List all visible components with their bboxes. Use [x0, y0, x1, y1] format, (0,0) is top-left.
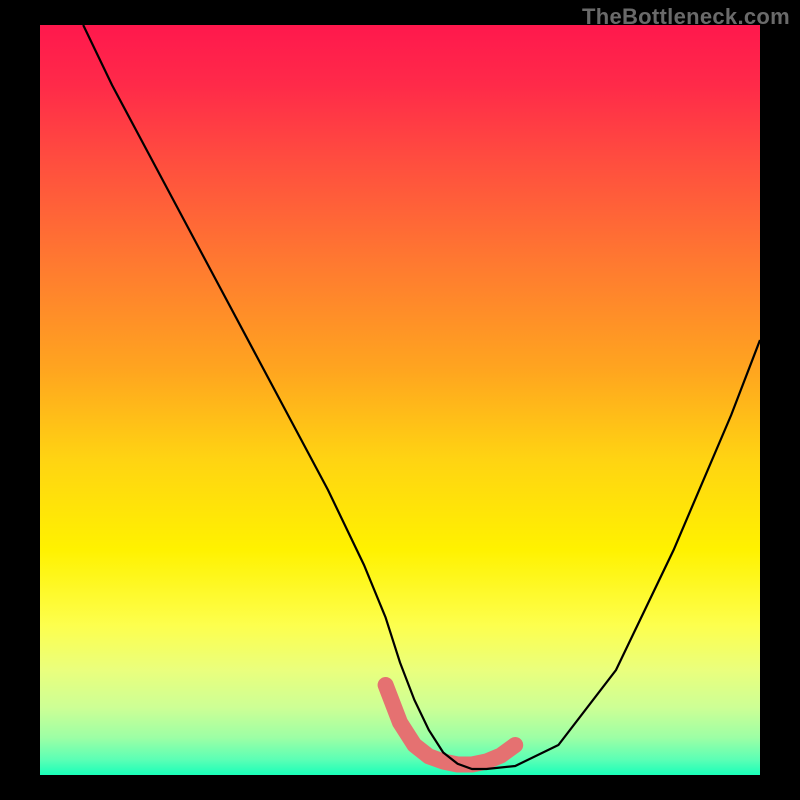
chart-frame: TheBottleneck.com	[0, 0, 800, 800]
plot-area	[40, 25, 760, 775]
chart-svg	[40, 25, 760, 775]
watermark-text: TheBottleneck.com	[582, 4, 790, 30]
optimal-band-line	[386, 685, 516, 765]
bottleneck-curve-line	[83, 25, 760, 769]
